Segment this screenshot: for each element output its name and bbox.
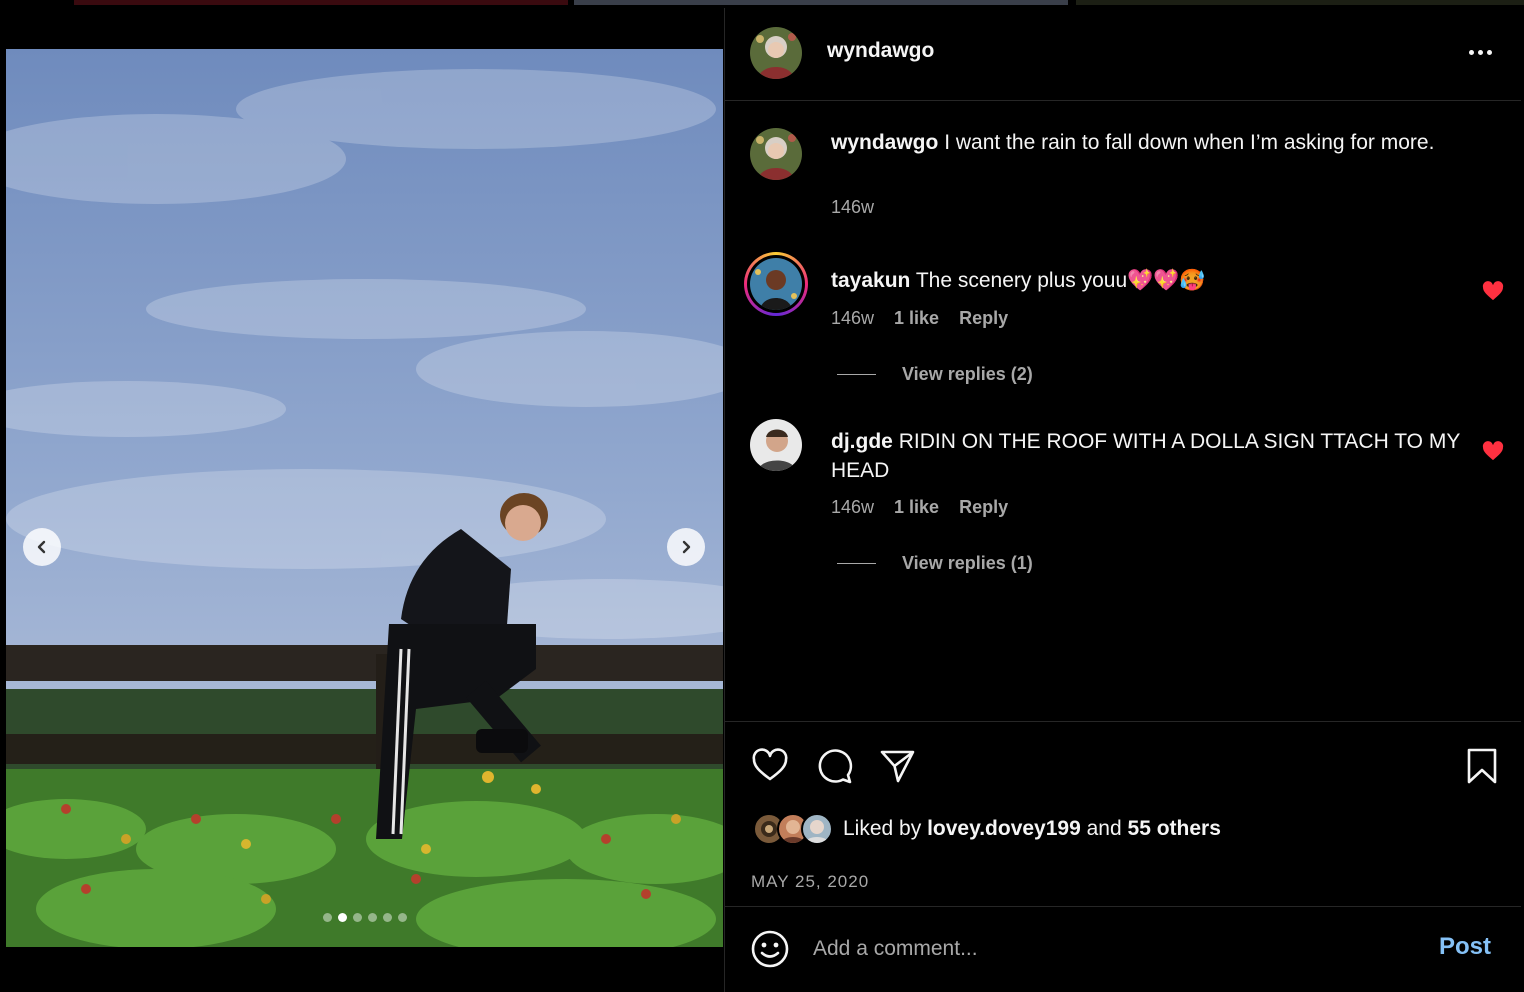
comment-like-heart-icon[interactable] [1482,281,1504,301]
carousel-dot [397,913,407,922]
comment-item: tayakun The scenery plus youu💖💖🥵 146w 1 … [725,252,1521,392]
carousel-indicator [6,913,723,922]
liker-avatar [801,813,833,845]
chevron-right-icon [682,540,691,554]
heart-icon[interactable] [750,746,790,786]
post-date[interactable]: MAY 25, 2020 [751,872,869,892]
view-replies-label: View replies (1) [902,553,1033,573]
post-actions: Liked by lovey.dovey199 and 55 others MA… [725,721,1521,906]
caption-username[interactable]: wyndawgo [831,131,938,154]
comment-text-block: dj.gde RIDIN ON THE ROOF WITH A DOLLA SI… [831,427,1471,485]
caption: wyndawgo I want the rain to fall down wh… [725,126,1521,226]
add-comment-bar: Post [725,906,1521,992]
post-comment-button[interactable]: Post [1439,933,1491,961]
post-side-panel: wyndawgo wyndawgo I want the rain to fal… [724,8,1524,992]
comment-text: RIDIN ON THE ROOF WITH A DOLLA SIGN TTAC… [831,430,1460,482]
more-options-button[interactable] [1463,42,1497,62]
comment-time[interactable]: 146w [831,497,874,518]
comment-avatar[interactable] [744,252,808,316]
carousel-dot [367,913,377,922]
likes-joiner: and [1086,817,1122,840]
likes-user[interactable]: lovey.dovey199 [927,817,1081,840]
emoji-icon[interactable] [750,929,790,969]
bookmark-icon[interactable] [1462,746,1502,786]
more-horizontal-icon [1468,49,1492,55]
view-replies-button[interactable]: View replies (1) [837,553,1033,574]
liker-avatars [753,812,835,846]
likes-summary: Liked by lovey.dovey199 and 55 others [753,812,1221,846]
carousel-dot [337,913,347,922]
post-header: wyndawgo [725,8,1521,101]
comment-icon[interactable] [814,746,854,786]
view-replies-button[interactable]: View replies (2) [837,364,1033,385]
top-strip [0,0,1524,6]
author-avatar[interactable] [750,27,802,79]
comment-username[interactable]: dj.gde [831,430,893,453]
divider-line [837,563,876,564]
caption-avatar[interactable] [750,128,802,180]
view-replies-label: View replies (2) [902,364,1033,384]
top-strip-segment [574,0,1068,5]
likes-prefix: Liked by [843,817,922,840]
comment-text-block: tayakun The scenery plus youu💖💖🥵 [831,266,1471,295]
comment-likes[interactable]: 1 like [894,497,939,518]
top-strip-segment [74,0,568,5]
comment-reply-button[interactable]: Reply [959,308,1008,329]
comment-username[interactable]: tayakun [831,269,910,292]
share-icon[interactable] [877,746,917,786]
caption-text-block: wyndawgo I want the rain to fall down wh… [831,128,1471,157]
comment-avatar[interactable] [750,419,802,471]
caption-text: I want the rain to fall down when I’m as… [944,131,1435,154]
likes-text: Liked by lovey.dovey199 and 55 others [843,817,1221,841]
comment-meta: 146w 1 like Reply [831,308,1008,329]
carousel-next-button[interactable] [667,528,705,566]
divider-line [837,374,876,375]
chevron-left-icon [37,540,46,554]
carousel-prev-button[interactable] [23,528,61,566]
comment-text: The scenery plus youu💖💖🥵 [915,269,1206,292]
comment-like-heart-icon[interactable] [1482,441,1504,461]
comment-reply-button[interactable]: Reply [959,497,1008,518]
carousel-dot [322,913,332,922]
caption-time[interactable]: 146w [831,197,874,218]
caption-meta: 146w [831,197,874,218]
comment-meta: 146w 1 like Reply [831,497,1008,518]
comment-time[interactable]: 146w [831,308,874,329]
top-strip-segment [1076,0,1524,5]
comment-input[interactable] [813,931,1403,967]
post-photo [6,49,723,947]
carousel-dot [352,913,362,922]
comment-item: dj.gde RIDIN ON THE ROOF WITH A DOLLA SI… [725,417,1521,577]
carousel-dot [382,913,392,922]
comment-likes[interactable]: 1 like [894,308,939,329]
likes-others[interactable]: 55 others [1128,817,1221,840]
post-media[interactable] [6,49,723,947]
author-username[interactable]: wyndawgo [827,39,934,63]
